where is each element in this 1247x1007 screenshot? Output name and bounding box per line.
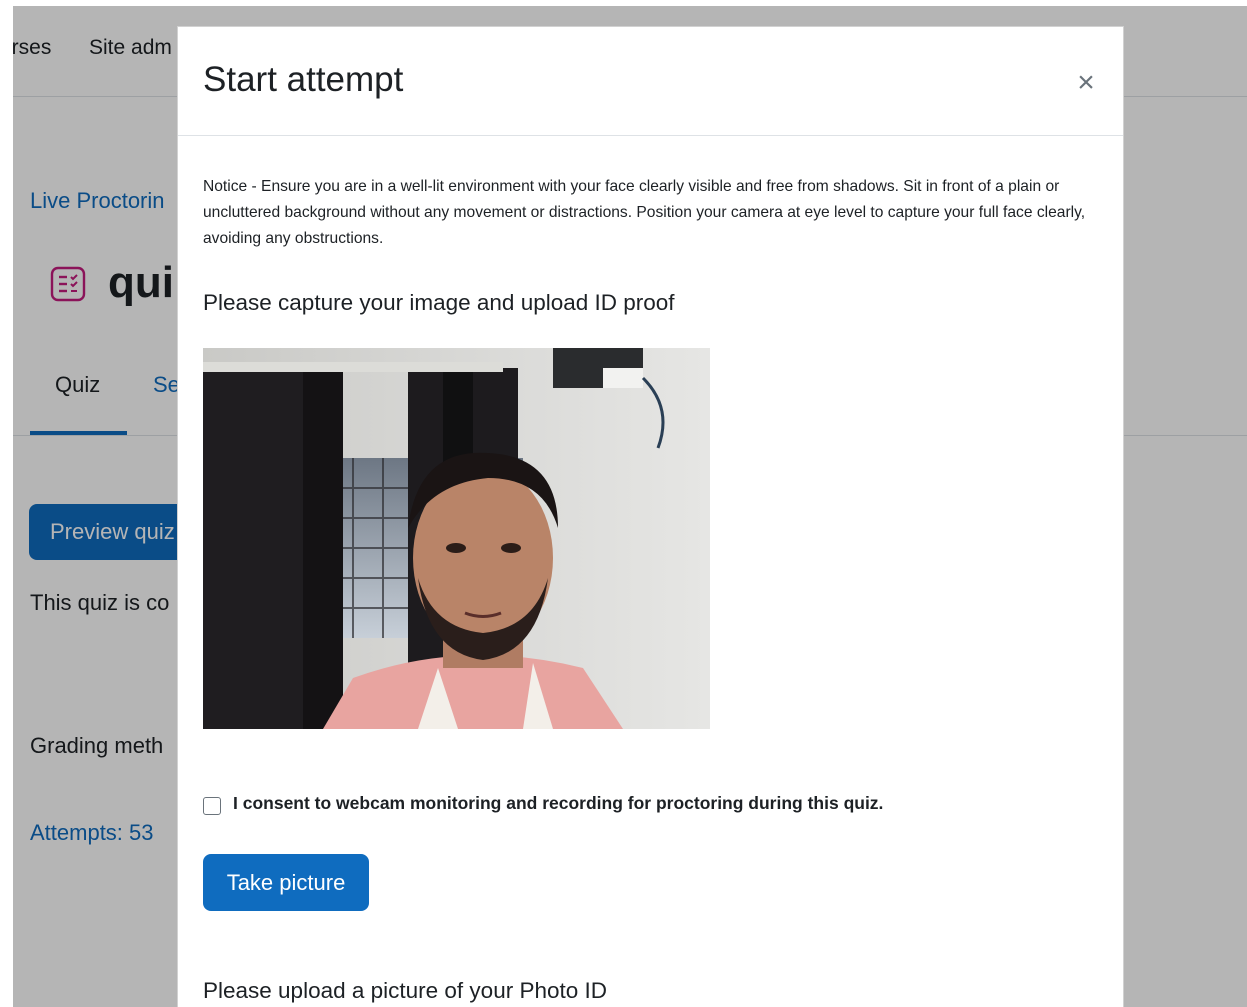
- modal-title: Start attempt: [203, 60, 404, 99]
- close-icon[interactable]: ×: [1068, 65, 1104, 101]
- modal-header: Start attempt ×: [178, 27, 1123, 136]
- consent-label[interactable]: I consent to webcam monitoring and recor…: [233, 793, 883, 814]
- capture-heading: Please capture your image and upload ID …: [203, 290, 675, 315]
- consent-checkbox[interactable]: [203, 797, 221, 815]
- page-left-edge: [0, 0, 13, 1007]
- take-picture-button[interactable]: Take picture: [203, 854, 369, 911]
- consent-row: I consent to webcam monitoring and recor…: [203, 791, 883, 815]
- start-attempt-modal: Start attempt × Notice - Ensure you are …: [177, 26, 1124, 1007]
- upload-photo-id-heading: Please upload a picture of your Photo ID: [203, 978, 608, 1003]
- webcam-preview: [203, 348, 710, 729]
- notice-text: Notice - Ensure you are in a well-lit en…: [203, 178, 1086, 247]
